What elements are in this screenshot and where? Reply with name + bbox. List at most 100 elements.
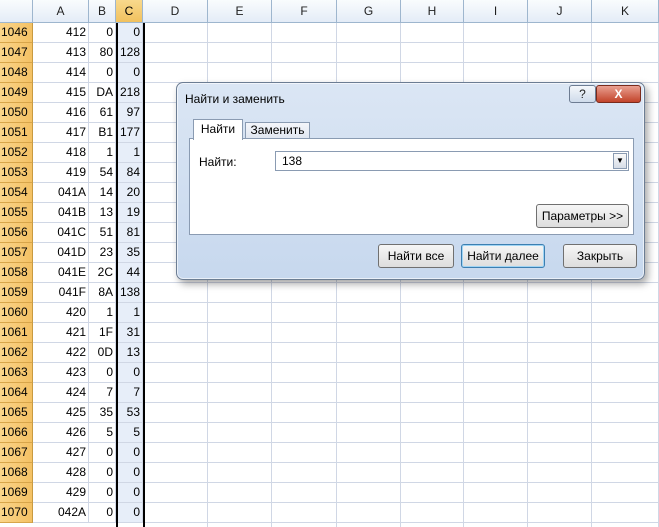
column-header-b[interactable]: B (89, 0, 116, 23)
cell-b[interactable]: 0 (89, 503, 116, 523)
cell-a[interactable]: 426 (33, 423, 89, 443)
cell-c[interactable]: 218 (116, 83, 143, 103)
cell-b[interactable]: 2C (89, 263, 116, 283)
column-header-h[interactable]: H (401, 0, 464, 23)
column-header-f[interactable]: F (272, 0, 337, 23)
row-header[interactable]: 1067 (0, 443, 33, 463)
column-header-c[interactable]: C (116, 0, 143, 23)
cell-a[interactable]: 041D (33, 243, 89, 263)
cell-b[interactable]: 5 (89, 423, 116, 443)
cell-c[interactable]: 44 (116, 263, 143, 283)
cell-a[interactable]: 424 (33, 383, 89, 403)
cell-c[interactable]: 84 (116, 163, 143, 183)
column-header-j[interactable]: J (528, 0, 592, 23)
cell-a[interactable]: 425 (33, 403, 89, 423)
row-header[interactable]: 1049 (0, 83, 33, 103)
select-all-corner[interactable] (0, 0, 33, 23)
cell-a[interactable]: 422 (33, 343, 89, 363)
cell-b[interactable]: 61 (89, 103, 116, 123)
row-header[interactable]: 1050 (0, 103, 33, 123)
cell-b[interactable]: 0 (89, 463, 116, 483)
cell-c[interactable]: 7 (116, 383, 143, 403)
column-header-i[interactable]: I (464, 0, 528, 23)
cell-a[interactable]: 041A (33, 183, 89, 203)
row-header[interactable]: 1066 (0, 423, 33, 443)
row-header[interactable]: 1065 (0, 403, 33, 423)
column-header-d[interactable]: D (143, 0, 208, 23)
row-header[interactable]: 1046 (0, 23, 33, 43)
tab-find[interactable]: Найти (193, 119, 243, 140)
cell-b[interactable]: 0 (89, 483, 116, 503)
cell-c[interactable]: 1 (116, 303, 143, 323)
cell-b[interactable]: 1 (89, 143, 116, 163)
cell-c[interactable]: 1 (116, 143, 143, 163)
cell-b[interactable]: 8A (89, 283, 116, 303)
cell-a[interactable]: 419 (33, 163, 89, 183)
cell-a[interactable]: 042A (33, 503, 89, 523)
row-header[interactable]: 1047 (0, 43, 33, 63)
cell-a[interactable]: 417 (33, 123, 89, 143)
cell-b[interactable]: 80 (89, 43, 116, 63)
cell-a[interactable]: 414 (33, 63, 89, 83)
row-header[interactable]: 1058 (0, 263, 33, 283)
cell-b[interactable]: 0 (89, 23, 116, 43)
cell-b[interactable]: B1 (89, 123, 116, 143)
cell-c[interactable]: 0 (116, 503, 143, 523)
cell-b[interactable]: 7 (89, 383, 116, 403)
cell-b[interactable]: 14 (89, 183, 116, 203)
cell-b[interactable]: 54 (89, 163, 116, 183)
cell-a[interactable]: 428 (33, 463, 89, 483)
cell-a[interactable]: 041B (33, 203, 89, 223)
row-header[interactable]: 1048 (0, 63, 33, 83)
row-header[interactable]: 1056 (0, 223, 33, 243)
row-header[interactable]: 1070 (0, 503, 33, 523)
column-header-e[interactable]: E (208, 0, 272, 23)
row-header[interactable]: 1055 (0, 203, 33, 223)
cell-b[interactable]: 51 (89, 223, 116, 243)
row-header[interactable]: 1054 (0, 183, 33, 203)
options-button[interactable]: Параметры >> (536, 204, 629, 228)
row-header[interactable]: 1057 (0, 243, 33, 263)
cell-c[interactable]: 0 (116, 443, 143, 463)
cell-b[interactable]: 0 (89, 363, 116, 383)
cell-c[interactable]: 177 (116, 123, 143, 143)
cell-b[interactable]: 1F (89, 323, 116, 343)
cell-c[interactable]: 20 (116, 183, 143, 203)
cell-b[interactable]: DA (89, 83, 116, 103)
row-header[interactable]: 1051 (0, 123, 33, 143)
help-button[interactable]: ? (569, 85, 596, 103)
cell-b[interactable]: 0 (89, 63, 116, 83)
cell-b[interactable]: 23 (89, 243, 116, 263)
column-header-k[interactable]: K (592, 0, 659, 23)
cell-b[interactable]: 35 (89, 403, 116, 423)
cell-c[interactable]: 0 (116, 483, 143, 503)
row-header[interactable]: 1069 (0, 483, 33, 503)
cell-c[interactable]: 13 (116, 343, 143, 363)
cell-c[interactable]: 31 (116, 323, 143, 343)
cell-a[interactable]: 418 (33, 143, 89, 163)
column-header-g[interactable]: G (337, 0, 401, 23)
cell-a[interactable]: 041C (33, 223, 89, 243)
cell-c[interactable]: 128 (116, 43, 143, 63)
cell-a[interactable]: 421 (33, 323, 89, 343)
cell-a[interactable]: 041E (33, 263, 89, 283)
cell-c[interactable]: 138 (116, 283, 143, 303)
find-input[interactable]: 138 ▼ (275, 151, 629, 171)
cell-c[interactable]: 0 (116, 63, 143, 83)
cell-a[interactable]: 412 (33, 23, 89, 43)
cell-c[interactable]: 53 (116, 403, 143, 423)
row-header[interactable]: 1068 (0, 463, 33, 483)
cell-b[interactable]: 1 (89, 303, 116, 323)
cell-c[interactable]: 35 (116, 243, 143, 263)
chevron-down-icon[interactable]: ▼ (613, 153, 627, 169)
cell-a[interactable]: 041F (33, 283, 89, 303)
cell-a[interactable]: 416 (33, 103, 89, 123)
column-header-a[interactable]: A (33, 0, 89, 23)
row-header[interactable]: 1060 (0, 303, 33, 323)
close-window-button[interactable]: X (596, 85, 641, 103)
cell-c[interactable]: 19 (116, 203, 143, 223)
cell-b[interactable]: 0D (89, 343, 116, 363)
row-header[interactable]: 1064 (0, 383, 33, 403)
find-next-button[interactable]: Найти далее (461, 244, 545, 268)
cell-a[interactable]: 427 (33, 443, 89, 463)
